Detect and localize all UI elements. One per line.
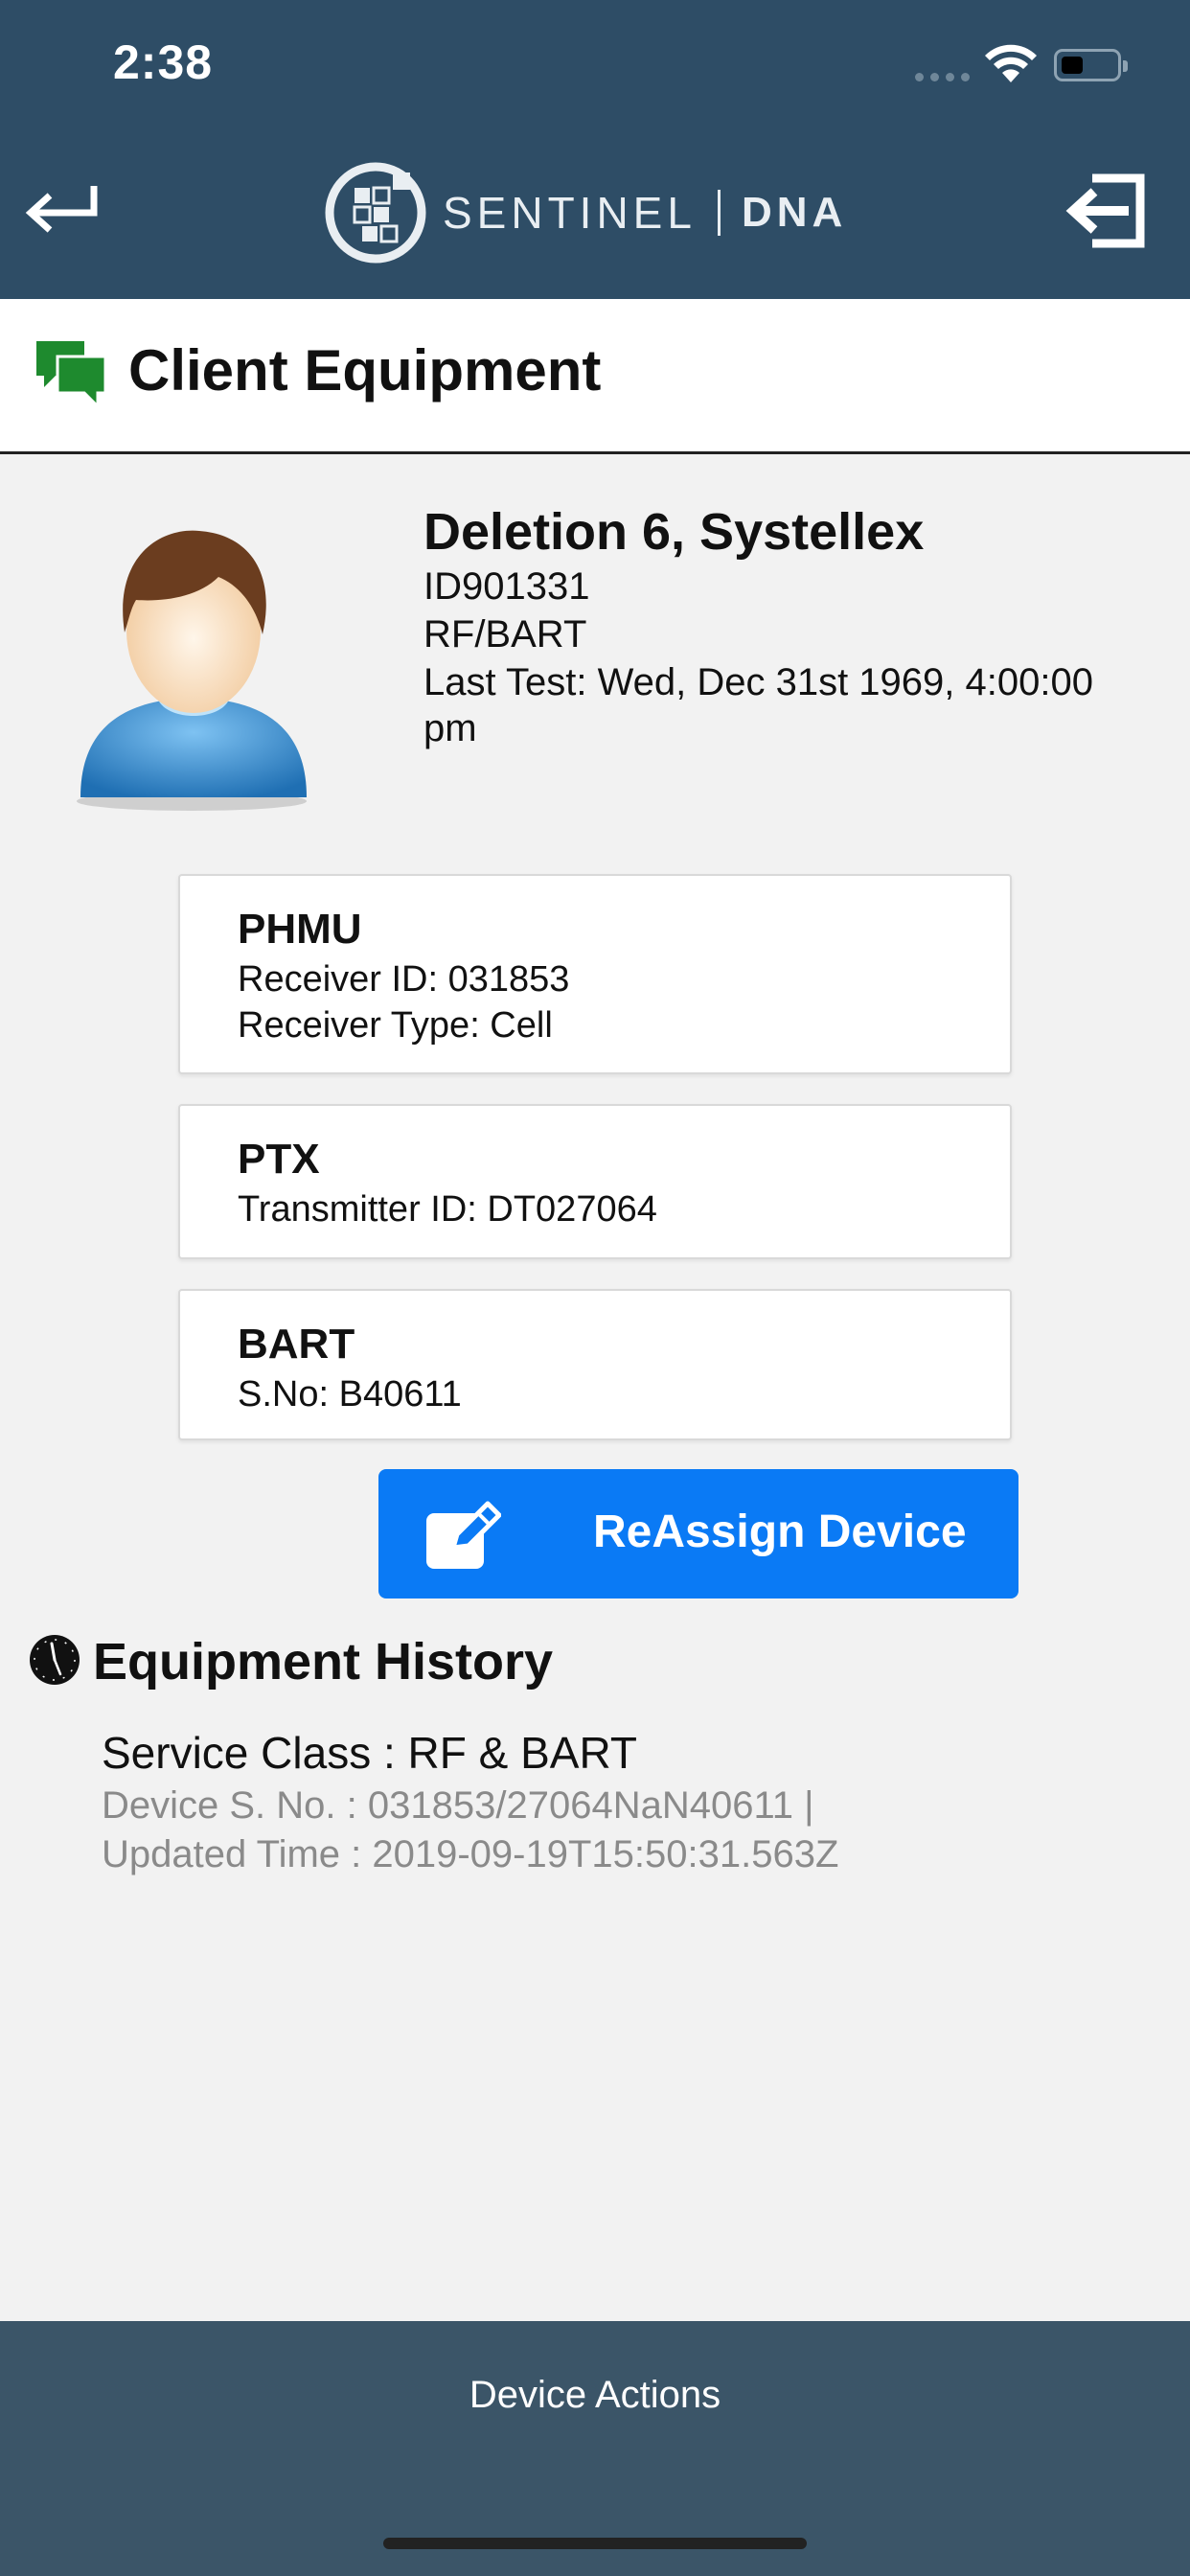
client-id: ID901331 — [423, 565, 590, 608]
chat-bubbles-icon — [36, 341, 107, 406]
device-actions-button[interactable]: Device Actions — [0, 2374, 1190, 2417]
battery-icon — [1054, 49, 1128, 81]
equipment-card-bart[interactable]: BART S.No: B40611 — [178, 1289, 1012, 1440]
edit-icon — [426, 1501, 501, 1569]
home-indicator — [383, 2538, 807, 2549]
reassign-device-button[interactable]: ReAssign Device — [378, 1469, 1018, 1598]
equipment-card-ptx[interactable]: PTX Transmitter ID: DT027064 — [178, 1104, 1012, 1259]
history-updated-time: Updated Time : 2019-09-19T15:50:31.563Z — [102, 1833, 839, 1875]
client-service: RF/BART — [423, 613, 587, 656]
history-service-class: Service Class : RF & BART — [102, 1728, 637, 1778]
logo-divider — [717, 190, 721, 236]
transmitter-id: Transmitter ID: DT027064 — [238, 1189, 657, 1230]
equipment-card-title: BART — [238, 1321, 355, 1368]
reassign-device-label: ReAssign Device — [593, 1506, 967, 1557]
client-last-test-suffix: pm — [423, 707, 477, 749]
equipment-history-title: Equipment History — [93, 1633, 554, 1690]
sentinel-logo-icon — [325, 162, 426, 264]
logout-button[interactable] — [1065, 169, 1150, 253]
receiver-type: Receiver Type: Cell — [238, 1005, 553, 1046]
page-title: Client Equipment — [128, 338, 602, 402]
history-device-serial: Device S. No. : 031853/27064NaN40611 | — [102, 1784, 814, 1827]
client-avatar — [77, 530, 307, 811]
logo-wordmark: SENTINEL — [443, 188, 697, 238]
back-button[interactable] — [17, 174, 103, 242]
cellular-signal-icon — [915, 73, 970, 81]
bart-serial: S.No: B40611 — [238, 1374, 462, 1414]
clock-icon — [30, 1635, 80, 1685]
equipment-card-phmu[interactable]: PHMU Receiver ID: 031853 Receiver Type: … — [178, 874, 1012, 1074]
wifi-icon — [985, 44, 1037, 82]
client-equipment-screen: 2:38 SENTINEL DNA Client Equipment Delet… — [0, 0, 1190, 2576]
receiver-id: Receiver ID: 031853 — [238, 959, 570, 1000]
client-name: Deletion 6, Systellex — [423, 503, 925, 561]
client-last-test: Last Test: Wed, Dec 31st 1969, 4:00:00 — [423, 661, 1093, 703]
app-header: 2:38 SENTINEL DNA — [0, 0, 1190, 299]
sentinel-dna-logo: SENTINEL DNA — [322, 159, 847, 266]
logo-dna: DNA — [741, 189, 848, 236]
equipment-card-title: PHMU — [238, 906, 362, 953]
status-time: 2:38 — [113, 35, 214, 89]
equipment-card-title: PTX — [238, 1136, 320, 1183]
